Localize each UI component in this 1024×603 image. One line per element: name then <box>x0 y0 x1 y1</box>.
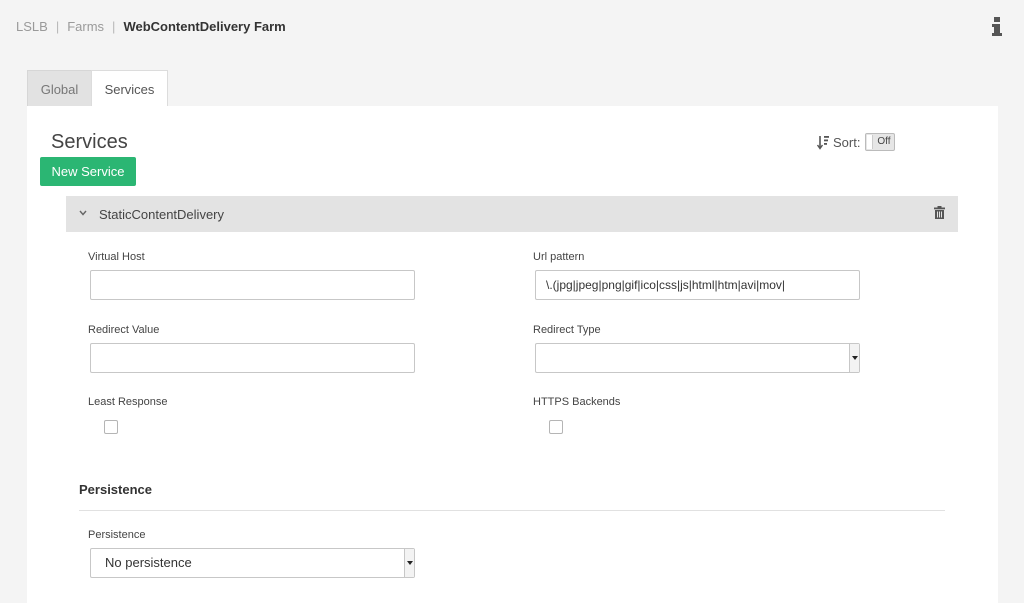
url-pattern-input[interactable]: \.(jpg|jpeg|png|gif|ico|css|js|html|htm|… <box>535 270 860 300</box>
trash-icon[interactable] <box>934 206 945 219</box>
new-service-button[interactable]: New Service <box>40 157 136 186</box>
https-backends-label: HTTPS Backends <box>533 396 621 408</box>
sort-label: Sort: <box>833 134 861 150</box>
persistence-section-title: Persistence <box>79 482 152 497</box>
sort-control: Sort: Off <box>817 133 896 151</box>
https-backends-checkbox[interactable] <box>549 420 563 434</box>
least-response-label: Least Response <box>88 396 168 408</box>
least-response-checkbox[interactable] <box>104 420 118 434</box>
breadcrumb-separator: | <box>55 19 60 34</box>
info-icon[interactable] <box>990 16 1004 38</box>
persistence-select[interactable]: No persistence <box>90 548 415 578</box>
redirect-value-input[interactable] <box>90 343 415 373</box>
redirect-value-label: Redirect Value <box>88 324 160 336</box>
breadcrumb-item-farms[interactable]: Farms <box>67 19 104 34</box>
redirect-type-label: Redirect Type <box>533 324 601 336</box>
virtual-host-input[interactable] <box>90 270 415 300</box>
breadcrumb-item-current: WebContentDelivery Farm <box>123 19 286 34</box>
tab-services[interactable]: Services <box>91 70 168 107</box>
section-title: Services <box>51 131 128 153</box>
divider <box>79 510 945 511</box>
sort-toggle[interactable]: Off <box>865 133 896 151</box>
chevron-down-icon[interactable] <box>78 209 88 217</box>
breadcrumb: LSLB | Farms | WebContentDelivery Farm <box>16 19 286 34</box>
persistence-value: No persistence <box>105 555 192 570</box>
url-pattern-label: Url pattern <box>533 251 585 263</box>
redirect-type-select[interactable] <box>535 343 860 373</box>
dropdown-arrow-icon <box>404 549 414 577</box>
persistence-label: Persistence <box>88 529 146 541</box>
breadcrumb-item-lslb[interactable]: LSLB <box>16 19 48 34</box>
breadcrumb-separator: | <box>112 19 116 34</box>
virtual-host-label: Virtual Host <box>88 251 145 263</box>
sort-icon <box>817 135 829 150</box>
tab-global[interactable]: Global <box>27 70 92 107</box>
dropdown-arrow-icon <box>849 344 859 372</box>
service-name: StaticContentDelivery <box>99 207 224 222</box>
